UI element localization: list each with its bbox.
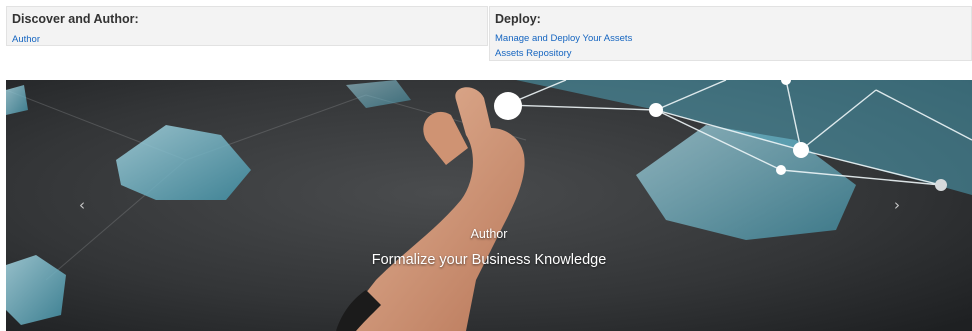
chevron-left-icon: ‹	[79, 196, 85, 214]
author-link[interactable]: Author	[12, 34, 40, 45]
assets-repository-link[interactable]: Assets Repository	[495, 48, 572, 59]
manage-and-deploy-assets-link[interactable]: Manage and Deploy Your Assets	[495, 33, 632, 44]
carousel-background-image	[6, 80, 972, 331]
carousel-next-button[interactable]: ›	[894, 198, 900, 213]
chevron-right-icon: ›	[894, 196, 900, 214]
discover-and-author-panel: Discover and Author: Author	[6, 6, 488, 46]
deploy-title: Deploy:	[495, 12, 541, 26]
hero-carousel: ‹ › Author Formalize your Business Knowl…	[6, 80, 972, 331]
slide-subtitle: Formalize your Business Knowledge	[371, 252, 607, 268]
discover-and-author-title: Discover and Author:	[12, 12, 139, 26]
slide-title: Author	[470, 227, 508, 241]
carousel-prev-button[interactable]: ‹	[79, 198, 85, 213]
deploy-panel: Deploy: Manage and Deploy Your Assets As…	[489, 6, 972, 61]
